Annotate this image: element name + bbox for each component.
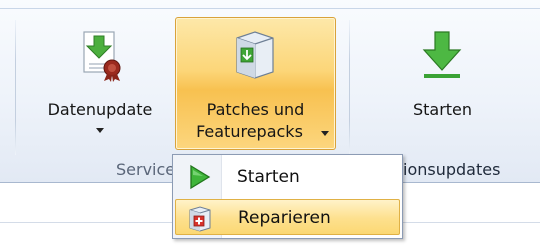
starten-button[interactable]: Starten (370, 18, 515, 150)
green-play-icon (190, 164, 211, 190)
ribbon-top-line (0, 8, 540, 9)
dropdown-arrow-icon (321, 131, 329, 136)
group-separator-middle (349, 20, 350, 155)
data-update-certificate-icon (83, 31, 121, 82)
menu-item-starten[interactable]: Starten (175, 159, 400, 195)
green-download-arrow-icon (422, 31, 462, 78)
patches-label-line2: Featurepacks (196, 122, 303, 141)
package-box-icon (236, 31, 274, 79)
menu-item-reparieren-label: Reparieren (238, 208, 331, 228)
dropdown-arrow-icon (96, 128, 104, 133)
starten-label: Starten (412, 100, 473, 119)
repair-box-icon (189, 206, 211, 232)
group-label-versionsupdates: ionsupdates (403, 160, 501, 179)
menu-item-reparieren[interactable]: Reparieren (175, 199, 400, 235)
patches-dropdown-menu: Starten Reparieren (172, 154, 403, 239)
datenupdate-label: Datenupdate (47, 100, 153, 119)
group-label-service: Service (116, 160, 176, 179)
datenupdate-button[interactable]: Datenupdate (30, 18, 170, 150)
patches-featurepacks-button[interactable]: Patches und Featurepacks (175, 17, 336, 150)
group-separator-left (15, 20, 16, 155)
menu-item-starten-label: Starten (237, 167, 300, 187)
patches-label-line1: Patches und (206, 100, 305, 119)
